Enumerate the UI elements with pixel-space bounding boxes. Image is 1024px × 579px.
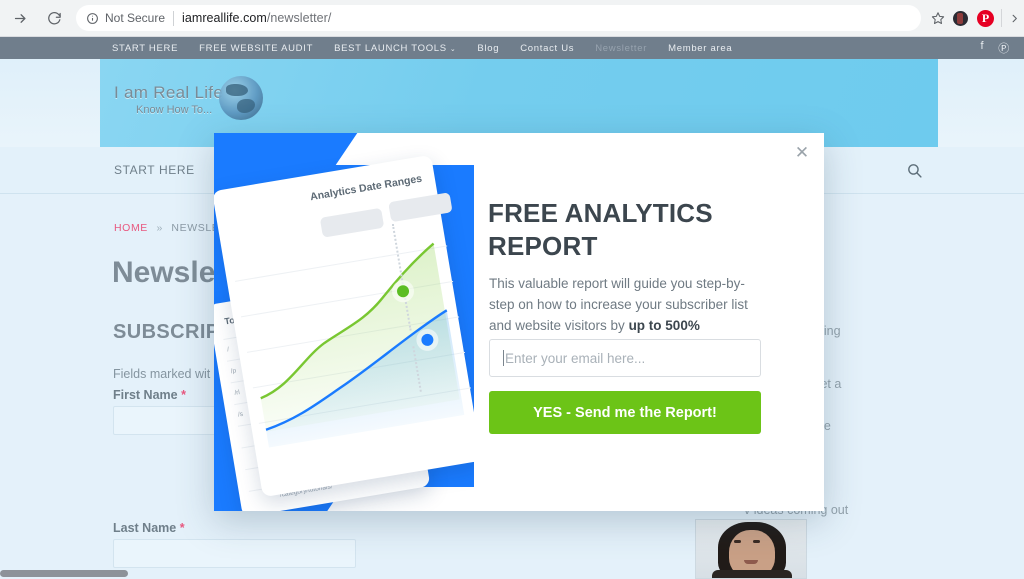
first-name-label-text: First Name	[113, 388, 178, 402]
modal-description-lead: This valuable report will guide you step…	[489, 276, 748, 333]
axis-label: /rl	[233, 389, 241, 397]
popup-modal: Top / /p /rl /s /checkout-2/purchase /my…	[214, 133, 824, 511]
search-icon[interactable]	[906, 162, 923, 184]
forward-arrow-icon[interactable]	[6, 4, 34, 32]
chrome-actions: P	[931, 9, 1024, 27]
security-status: Not Secure	[105, 11, 166, 25]
video-person-mouth	[744, 560, 758, 564]
nav-item-blog[interactable]: Blog	[477, 43, 499, 54]
info-circle-icon[interactable]	[86, 12, 99, 25]
modal-content: FREE ANALYTICS REPORT This valuable repo…	[486, 133, 824, 511]
logo-line-1: I am Real Life	[114, 83, 224, 102]
chevron-down-icon: ⌄	[449, 45, 457, 53]
bookmark-star-icon[interactable]	[931, 11, 945, 25]
address-bar[interactable]: Not Secure iamreallife.com/newsletter/	[76, 5, 921, 31]
profile-avatar-icon[interactable]	[953, 10, 968, 26]
breadcrumb-separator: »	[156, 222, 163, 234]
screen: Not Secure iamreallife.com/newsletter/ P…	[0, 0, 1024, 579]
nav-item-newsletter[interactable]: Newsletter	[595, 43, 647, 54]
first-name-label: First Name *	[113, 388, 186, 402]
chevron-right-icon[interactable]	[1009, 13, 1020, 24]
axis-label: /	[226, 346, 230, 354]
nav-item-member-area[interactable]: Member area	[668, 43, 732, 54]
modal-illustration-panel: Top / /p /rl /s /checkout-2/purchase /my…	[214, 133, 474, 511]
site-top-nav: START HERE FREE WEBSITE AUDIT BEST LAUNC…	[0, 37, 1024, 59]
required-asterisk: *	[179, 521, 185, 535]
nav-item-start-here[interactable]: START HERE	[112, 43, 178, 54]
last-name-label-text: Last Name	[113, 521, 177, 535]
axis-label: /s	[237, 410, 244, 419]
nav-item-best-launch-tools-label: BEST LAUNCH TOOLS	[334, 42, 447, 54]
url-host: iamreallife.com	[182, 11, 267, 25]
logo-line-2: Know How To...	[136, 104, 213, 116]
last-name-input[interactable]	[113, 539, 356, 568]
chrome-divider	[1001, 9, 1002, 27]
video-person-eye	[753, 540, 760, 543]
modal-description-highlight: up to 500%	[628, 318, 700, 333]
top-nav-items: START HERE FREE WEBSITE AUDIT BEST LAUNC…	[112, 43, 732, 54]
last-name-label: Last Name *	[113, 521, 185, 535]
required-asterisk: *	[181, 388, 186, 402]
submit-report-button[interactable]: YES - Send me the Report!	[489, 391, 761, 434]
email-input-placeholder: Enter your email here...	[505, 350, 646, 366]
omnibox-divider	[173, 10, 175, 26]
video-person-eye	[734, 540, 741, 543]
pinterest-icon[interactable]: P	[977, 9, 994, 27]
browser-chrome: Not Secure iamreallife.com/newsletter/ P	[0, 0, 1024, 37]
nav-item-contact-us[interactable]: Contact Us	[520, 43, 574, 54]
modal-heading: FREE ANALYTICS REPORT	[488, 198, 713, 261]
horizontal-scrollbar[interactable]	[0, 570, 128, 577]
url-path: /newsletter/	[266, 11, 332, 25]
site-menu-item-start-here[interactable]: START HERE	[114, 163, 195, 177]
axis-label: /p	[230, 367, 237, 376]
text-cursor	[503, 350, 504, 366]
nav-item-best-launch-tools[interactable]: BEST LAUNCH TOOLS ⌄	[334, 43, 456, 54]
breadcrumb-home[interactable]: HOME	[114, 222, 148, 234]
scrollbar-track[interactable]	[0, 570, 1024, 579]
modal-description: This valuable report will guide you step…	[489, 273, 757, 336]
nav-item-free-website-audit[interactable]: FREE WEBSITE AUDIT	[199, 43, 313, 54]
required-fields-note: Fields marked wit	[113, 367, 211, 381]
pinterest-icon[interactable]: Ⓟ	[998, 40, 1010, 56]
url-text: iamreallife.com/newsletter/	[182, 11, 331, 25]
reload-icon[interactable]	[40, 4, 68, 32]
social-links: f Ⓟ	[981, 40, 1024, 56]
site-logo[interactable]: I am Real Life Know How To...	[114, 83, 223, 116]
globe-icon	[219, 76, 263, 120]
facebook-icon[interactable]: f	[981, 40, 985, 56]
email-input[interactable]: Enter your email here...	[489, 339, 761, 377]
